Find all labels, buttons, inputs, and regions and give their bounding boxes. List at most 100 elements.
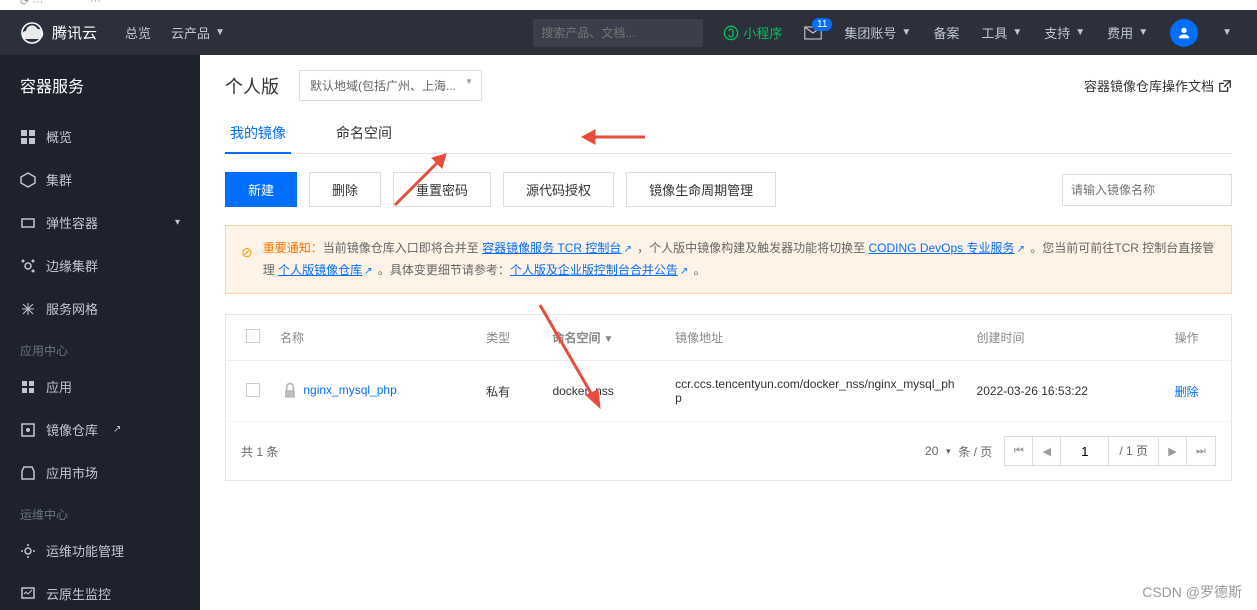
- auth-button[interactable]: 源代码授权: [503, 172, 614, 207]
- table: 名称 类型 命名空间▼ 镜像地址 创建时间 操作 nginx_mysql_php: [225, 314, 1232, 481]
- notice-text: 当前镜像仓库入口即将合并至: [323, 241, 482, 255]
- sidebar-item-ops-mgmt[interactable]: 运维功能管理: [0, 529, 200, 572]
- page-title: 个人版: [225, 73, 279, 99]
- sidebar-item-label: 概览: [46, 127, 72, 146]
- mail-badge: 11: [812, 18, 832, 31]
- sidebar-item-label: 云原生监控: [46, 584, 111, 603]
- beian-link[interactable]: 备案: [933, 23, 959, 42]
- create-button[interactable]: 新建: [225, 172, 297, 207]
- sidebar-item-edge[interactable]: 边缘集群: [0, 244, 200, 287]
- cell-created: 2022-03-26 16:53:22: [967, 361, 1165, 422]
- sidebar-title: 容器服务: [0, 55, 200, 115]
- external-icon: ↗: [364, 266, 372, 277]
- image-name-link[interactable]: nginx_mysql_php: [303, 383, 396, 397]
- col-namespace[interactable]: 命名空间▼: [542, 315, 665, 361]
- reset-pwd-button[interactable]: 重置密码: [393, 172, 491, 207]
- cell-type: 私有: [476, 361, 542, 422]
- col-name: 名称: [270, 315, 476, 361]
- cost-menu[interactable]: 费用▼: [1107, 23, 1148, 42]
- notice-link-personal[interactable]: 个人版镜像仓库: [278, 263, 362, 277]
- sidebar-item-mesh[interactable]: 服务网格: [0, 287, 200, 330]
- page-input[interactable]: [1061, 437, 1109, 465]
- external-icon: ↗: [680, 266, 688, 277]
- toolbar-search-input[interactable]: [1071, 183, 1226, 197]
- tab-my-images[interactable]: 我的镜像: [225, 113, 291, 153]
- user-icon: [1176, 25, 1192, 41]
- content-area: 个人版 默认地域(包括广州、上海... 容器镜像仓库操作文档 我的镜像 命名空间…: [200, 55, 1257, 610]
- page-size-value[interactable]: 20: [925, 444, 938, 458]
- edge-icon: [20, 258, 36, 274]
- notice-prefix: 重要通知：: [263, 241, 323, 255]
- grid-icon: [20, 129, 36, 145]
- sidebar-item-label: 镜像仓库: [46, 420, 98, 439]
- avatar[interactable]: [1170, 19, 1198, 47]
- sidebar-item-market[interactable]: 应用市场: [0, 451, 200, 494]
- sidebar-item-label: 应用市场: [46, 463, 98, 482]
- brand-text: 腾讯云: [52, 22, 97, 43]
- chevron-down-icon[interactable]: ▼: [944, 447, 952, 456]
- sidebar-item-apps[interactable]: 应用: [0, 365, 200, 408]
- delete-button[interactable]: 删除: [309, 172, 381, 207]
- checkbox-row[interactable]: [246, 383, 260, 397]
- page-first[interactable]: ⏮: [1005, 437, 1033, 465]
- doc-link[interactable]: 容器镜像仓库操作文档: [1084, 76, 1232, 95]
- gear-icon: [20, 543, 36, 559]
- external-icon: ↗: [1017, 244, 1025, 255]
- sidebar-item-overview[interactable]: 概览: [0, 115, 200, 158]
- per-page-label: 条 / 页: [958, 443, 992, 460]
- monitor-icon: [20, 586, 36, 602]
- sidebar-item-registry[interactable]: 镜像仓库 ↗: [0, 408, 200, 451]
- mesh-icon: [20, 301, 36, 317]
- sidebar-item-elastic[interactable]: 弹性容器 ▾: [0, 201, 200, 244]
- top-header: 腾讯云 总览 云产品▼ 小程序 11 集团账号▼ 备案 工具▼ 支持▼ 费用▼ …: [0, 10, 1257, 55]
- checkbox-all[interactable]: [246, 329, 260, 343]
- sidebar-item-cluster[interactable]: 集群: [0, 158, 200, 201]
- cell-namespace: docker_nss: [542, 361, 665, 422]
- cube-icon: [20, 172, 36, 188]
- browser-tab-hint-2: ···: [90, 0, 101, 7]
- mini-program[interactable]: 小程序: [723, 23, 782, 42]
- toolbar-search[interactable]: [1062, 174, 1232, 206]
- brand-logo[interactable]: 腾讯云: [0, 21, 115, 45]
- mail-button[interactable]: 11: [804, 26, 822, 40]
- sidebar-section-app: 应用中心: [0, 330, 200, 365]
- avatar-caret[interactable]: ▼: [1222, 27, 1232, 38]
- col-action: 操作: [1165, 315, 1231, 361]
- sidebar-item-label: 服务网格: [46, 299, 98, 318]
- sidebar-item-monitor[interactable]: 云原生监控: [0, 572, 200, 610]
- notice-link-coding[interactable]: CODING DevOps 专业服务: [869, 241, 1015, 255]
- cloud-icon: [20, 21, 44, 45]
- notice-link-announce[interactable]: 个人版及企业版控制台合并公告: [510, 263, 678, 277]
- registry-icon: [20, 422, 36, 438]
- table-row: nginx_mysql_php 私有 docker_nss ccr.ccs.te…: [226, 361, 1231, 422]
- lifecycle-button[interactable]: 镜像生命周期管理: [626, 172, 776, 207]
- row-delete-link[interactable]: 删除: [1175, 385, 1199, 399]
- notice-link-tcr[interactable]: 容器镜像服务 TCR 控制台: [482, 241, 621, 255]
- tabs: 我的镜像 命名空间: [225, 113, 1232, 154]
- cell-address: ccr.ccs.tencentyun.com/docker_nss/nginx_…: [665, 361, 966, 422]
- account-menu[interactable]: 集团账号▼: [844, 23, 911, 42]
- chevron-down-icon: ▾: [175, 217, 180, 228]
- market-icon: [20, 465, 36, 481]
- watermark: CSDN @罗德斯: [1142, 582, 1242, 602]
- sidebar-section-ops: 运维中心: [0, 494, 200, 529]
- filter-icon[interactable]: ▼: [603, 334, 613, 345]
- header-search-input[interactable]: [541, 26, 696, 40]
- tools-menu[interactable]: 工具▼: [981, 23, 1022, 42]
- nav-products[interactable]: 云产品▼: [171, 23, 225, 42]
- support-menu[interactable]: 支持▼: [1044, 23, 1085, 42]
- region-select[interactable]: 默认地域(包括广州、上海...: [299, 70, 482, 101]
- notice-text: 。: [690, 263, 705, 277]
- notice-text: ，个人版中镜像构建及触发器功能将切换至: [634, 241, 869, 255]
- header-search[interactable]: [533, 19, 703, 47]
- sidebar-item-label: 集群: [46, 170, 72, 189]
- col-type: 类型: [476, 315, 542, 361]
- page-next[interactable]: ▶: [1159, 437, 1187, 465]
- warning-icon: ⊘: [241, 240, 253, 281]
- tab-namespace[interactable]: 命名空间: [331, 113, 397, 153]
- page-last[interactable]: ⏭: [1187, 437, 1215, 465]
- nav-overview[interactable]: 总览: [125, 23, 151, 42]
- page-prev[interactable]: ◀: [1033, 437, 1061, 465]
- container-icon: [20, 215, 36, 231]
- lock-icon: [280, 381, 300, 401]
